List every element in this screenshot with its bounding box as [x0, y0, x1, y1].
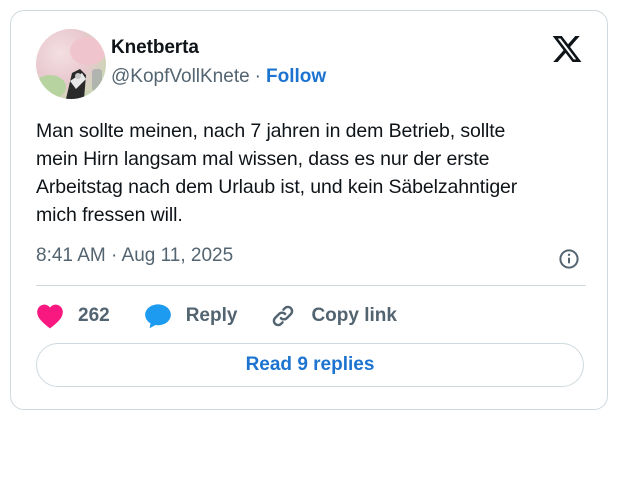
- read-replies-button[interactable]: Read 9 replies: [36, 343, 584, 387]
- avatar-image: [36, 29, 106, 99]
- reply-button[interactable]: Reply: [144, 303, 238, 329]
- tweet-card: Knetberta @KopfVollKnete · Follow Man soll…: [10, 10, 608, 410]
- author-name[interactable]: Knetberta: [111, 37, 199, 59]
- reply-label: Reply: [185, 305, 238, 326]
- divider: [36, 285, 586, 286]
- author-handle[interactable]: @KopfVollKnete: [111, 66, 250, 87]
- heart-icon: [37, 304, 63, 329]
- action-bar: 262 Reply Copy link: [36, 301, 397, 331]
- like-button[interactable]: 262: [36, 303, 110, 329]
- link-icon: [273, 305, 294, 327]
- separator-dot: ·: [254, 66, 261, 87]
- follow-button[interactable]: Follow: [266, 66, 326, 87]
- copy-link-button[interactable]: Copy link: [269, 302, 397, 330]
- x-logo-icon[interactable]: [551, 33, 583, 65]
- author-handle-line: @KopfVollKnete · Follow: [111, 66, 326, 88]
- speech-bubble-icon: [144, 304, 171, 329]
- avatar[interactable]: [36, 29, 106, 99]
- like-count: 262: [78, 305, 110, 326]
- info-icon[interactable]: [557, 247, 581, 271]
- tweet-timestamp[interactable]: 8:41 AM · Aug 11, 2025: [36, 245, 233, 267]
- copy-link-label: Copy link: [311, 305, 397, 326]
- tweet-text: Man sollte meinen, nach 7 jahren in dem …: [36, 120, 518, 226]
